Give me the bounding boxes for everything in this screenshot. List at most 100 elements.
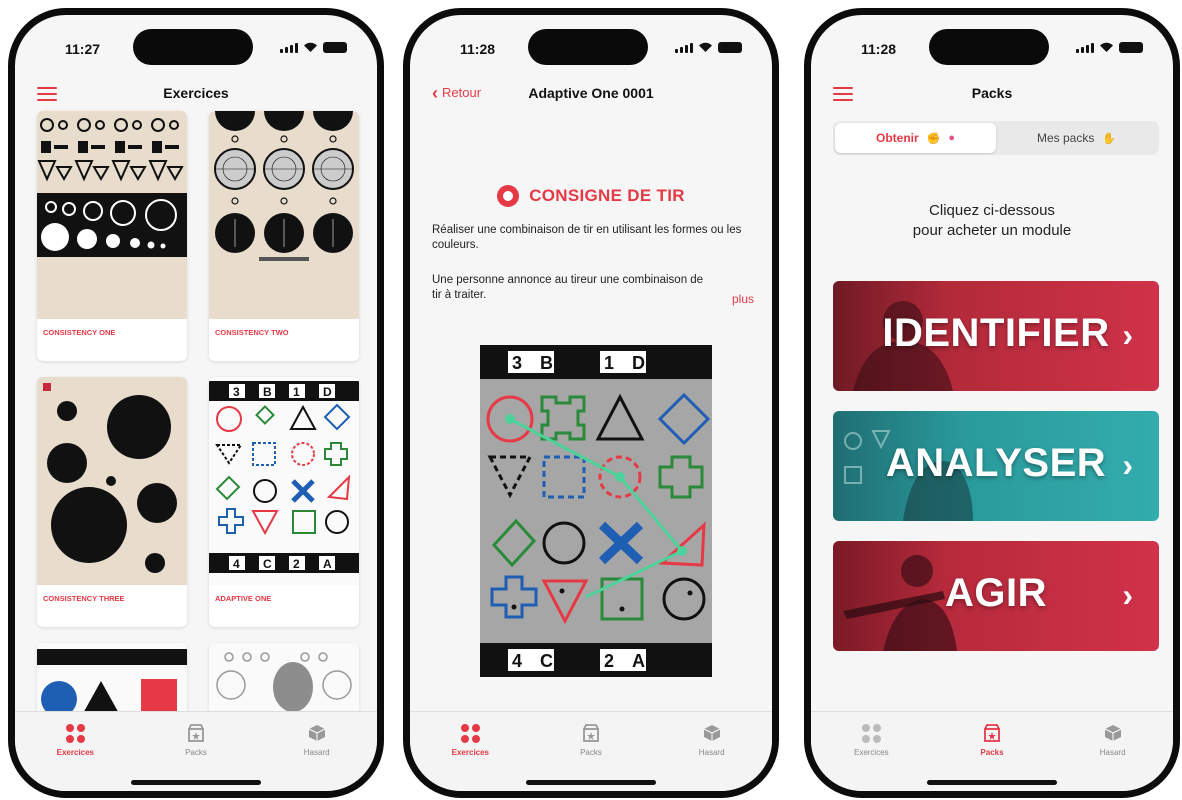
brain-emoji-icon: ● xyxy=(948,132,956,144)
chevron-right-icon: › xyxy=(1122,447,1133,483)
tab-exercices[interactable]: Exercices xyxy=(30,722,120,791)
segment-label: Mes packs xyxy=(1036,131,1095,145)
tab-label: Hasard xyxy=(698,748,725,757)
tab-label: Hasard xyxy=(1099,748,1126,757)
tab-label: Packs xyxy=(580,748,602,757)
exercise-card[interactable]: CONSISTENCY ONE xyxy=(37,111,187,361)
purchase-prompt: Cliquez ci-dessous pour acheter un modul… xyxy=(811,201,1173,241)
tab-bar: Exercices Packs Hasard xyxy=(811,711,1173,791)
tab-bar: Exercices Packs Hasard xyxy=(410,711,772,791)
target-consistency-two xyxy=(209,111,359,319)
svg-text:4: 4 xyxy=(233,557,240,571)
tab-hasard[interactable]: Hasard xyxy=(272,722,362,791)
target-code: 4 xyxy=(512,651,522,671)
target-consistency-three xyxy=(37,377,187,585)
phone-packs: 11:28 Packs Obtenir ✊ ● Mes packs ✋ Cliqu… xyxy=(804,8,1180,798)
battery-icon xyxy=(323,42,347,53)
chevron-right-icon: › xyxy=(1122,577,1133,613)
tab-hasard[interactable]: Hasard xyxy=(1068,722,1158,791)
pack-agir-button[interactable]: AGIR › xyxy=(833,541,1159,651)
dynamic-island xyxy=(528,29,648,65)
prompt-line: pour acheter un module xyxy=(912,222,1072,239)
card-label: ADAPTIVE ONE xyxy=(215,594,272,603)
segment-obtenir[interactable]: Obtenir ✊ ● xyxy=(835,123,996,153)
target-code: C xyxy=(540,651,553,671)
exercise-card[interactable]: CONSISTENCY TWO xyxy=(209,111,359,361)
svg-text:A: A xyxy=(323,557,332,571)
tab-label: Packs xyxy=(980,748,1004,757)
phone-exercices: 11:27 Exercices CONSISTENCY ONE CONSISTE… xyxy=(8,8,384,798)
app-store-screenshots: 11:27 Exercices CONSISTENCY ONE CONSISTE… xyxy=(0,0,1182,800)
nav-bar: Exercices xyxy=(15,73,377,113)
pack-identifier-button[interactable]: IDENTIFIER › xyxy=(833,281,1159,391)
status-bar: 11:27 xyxy=(15,15,377,73)
signal-icon xyxy=(675,43,693,53)
target-code: 1 xyxy=(604,353,614,373)
svg-text:B: B xyxy=(263,385,272,399)
tab-exercices[interactable]: Exercices xyxy=(425,722,515,791)
svg-text:C: C xyxy=(263,557,272,571)
target-consistency-one xyxy=(37,111,187,319)
card-label: CONSISTENCY THREE xyxy=(43,594,125,603)
wifi-icon xyxy=(699,42,712,52)
adaptive-target-image: 3 B 1 D 4 C 2 A xyxy=(480,345,712,677)
exercise-grid: CONSISTENCY ONE CONSISTENCY TWO CONSISTE… xyxy=(37,111,361,791)
system-icons xyxy=(280,41,347,53)
nav-bar: Packs xyxy=(811,73,1173,113)
store-icon xyxy=(188,724,204,742)
dice-icon xyxy=(703,725,720,741)
more-link[interactable]: plus xyxy=(732,292,754,306)
consigne-title: CONSIGNE DE TIR xyxy=(529,186,685,205)
target-code: 3 xyxy=(512,353,522,373)
pack-label: ANALYSER xyxy=(885,441,1107,485)
target-code: D xyxy=(632,353,645,373)
pack-label: AGIR xyxy=(945,571,1047,615)
battery-icon xyxy=(1119,42,1143,53)
wifi-icon xyxy=(304,42,317,52)
status-time: 11:28 xyxy=(460,41,496,57)
segment-mes-packs[interactable]: Mes packs ✋ xyxy=(996,123,1157,153)
tab-hasard[interactable]: Hasard xyxy=(667,722,757,791)
store-icon xyxy=(583,724,599,742)
tab-exercices[interactable]: Exercices xyxy=(826,722,916,791)
phone-exercise-detail: 11:28 ‹ Retour Adaptive One 0001 CONSIGN… xyxy=(403,8,779,798)
signal-icon xyxy=(280,43,298,53)
page-title: Adaptive One 0001 xyxy=(528,85,654,101)
home-indicator xyxy=(927,780,1057,785)
svg-text:D: D xyxy=(323,385,332,399)
card-label: CONSISTENCY TWO xyxy=(215,328,289,337)
instruction-text: Une personne annonce au tireur une combi… xyxy=(432,274,704,301)
target-code: A xyxy=(632,651,645,671)
tab-label: Exercices xyxy=(451,748,490,757)
svg-text:1: 1 xyxy=(293,385,300,399)
tab-label: Exercices xyxy=(853,748,889,757)
signal-icon xyxy=(1076,43,1094,53)
system-icons xyxy=(1076,41,1143,53)
instruction-text: Réaliser une combinaison de tir en utili… xyxy=(432,224,742,251)
tab-label: Hasard xyxy=(303,748,330,757)
grid-dots-icon xyxy=(861,723,881,743)
page-title: Packs xyxy=(971,85,1013,101)
exercise-card[interactable]: CONSISTENCY THREE xyxy=(37,377,187,627)
dice-icon xyxy=(1104,725,1121,741)
grid-dots-icon xyxy=(65,723,85,743)
dynamic-island xyxy=(929,29,1049,65)
dynamic-island xyxy=(133,29,253,65)
segment-label: Obtenir xyxy=(875,131,919,145)
grid-dots-icon xyxy=(460,723,480,743)
nav-bar: ‹ Retour Adaptive One 0001 xyxy=(410,73,772,113)
exercise-card[interactable]: 3 B 1 D 4 C 2 A ADAPTIVE ONE xyxy=(209,377,359,627)
status-bar: 11:28 xyxy=(410,15,772,73)
home-indicator xyxy=(526,780,656,785)
pack-analyser-button[interactable]: ANALYSER › xyxy=(833,411,1159,521)
target-code: 2 xyxy=(604,651,614,671)
svg-text:3: 3 xyxy=(233,385,240,399)
home-indicator xyxy=(131,780,261,785)
card-label: CONSISTENCY ONE xyxy=(43,328,116,337)
status-bar: 11:28 xyxy=(811,15,1173,73)
wifi-icon xyxy=(1100,42,1113,52)
svg-text:2: 2 xyxy=(293,557,300,571)
packs-segmented-control: Obtenir ✊ ● Mes packs ✋ xyxy=(833,121,1159,155)
system-icons xyxy=(675,41,742,53)
battery-icon xyxy=(718,42,742,53)
